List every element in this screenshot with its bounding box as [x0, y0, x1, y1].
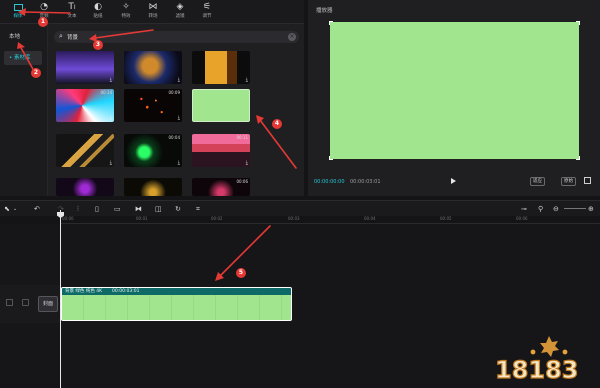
arrow-1	[23, 11, 71, 14]
arrow-5	[219, 225, 271, 277]
arrowhead-2	[17, 42, 25, 49]
arrow-3	[94, 29, 154, 39]
annotation-number-4: 4	[272, 119, 282, 129]
watermark-logo: 18183	[494, 336, 579, 385]
annotation-number-2: 2	[31, 68, 41, 78]
arrowhead-1	[18, 8, 26, 16]
annotation-number-1: 1	[38, 17, 48, 27]
watermark-text: 18183	[495, 356, 579, 384]
annotation-number-5: 5	[236, 268, 246, 278]
arrow-2	[19, 45, 35, 72]
annotation-number-3: 3	[93, 40, 103, 50]
